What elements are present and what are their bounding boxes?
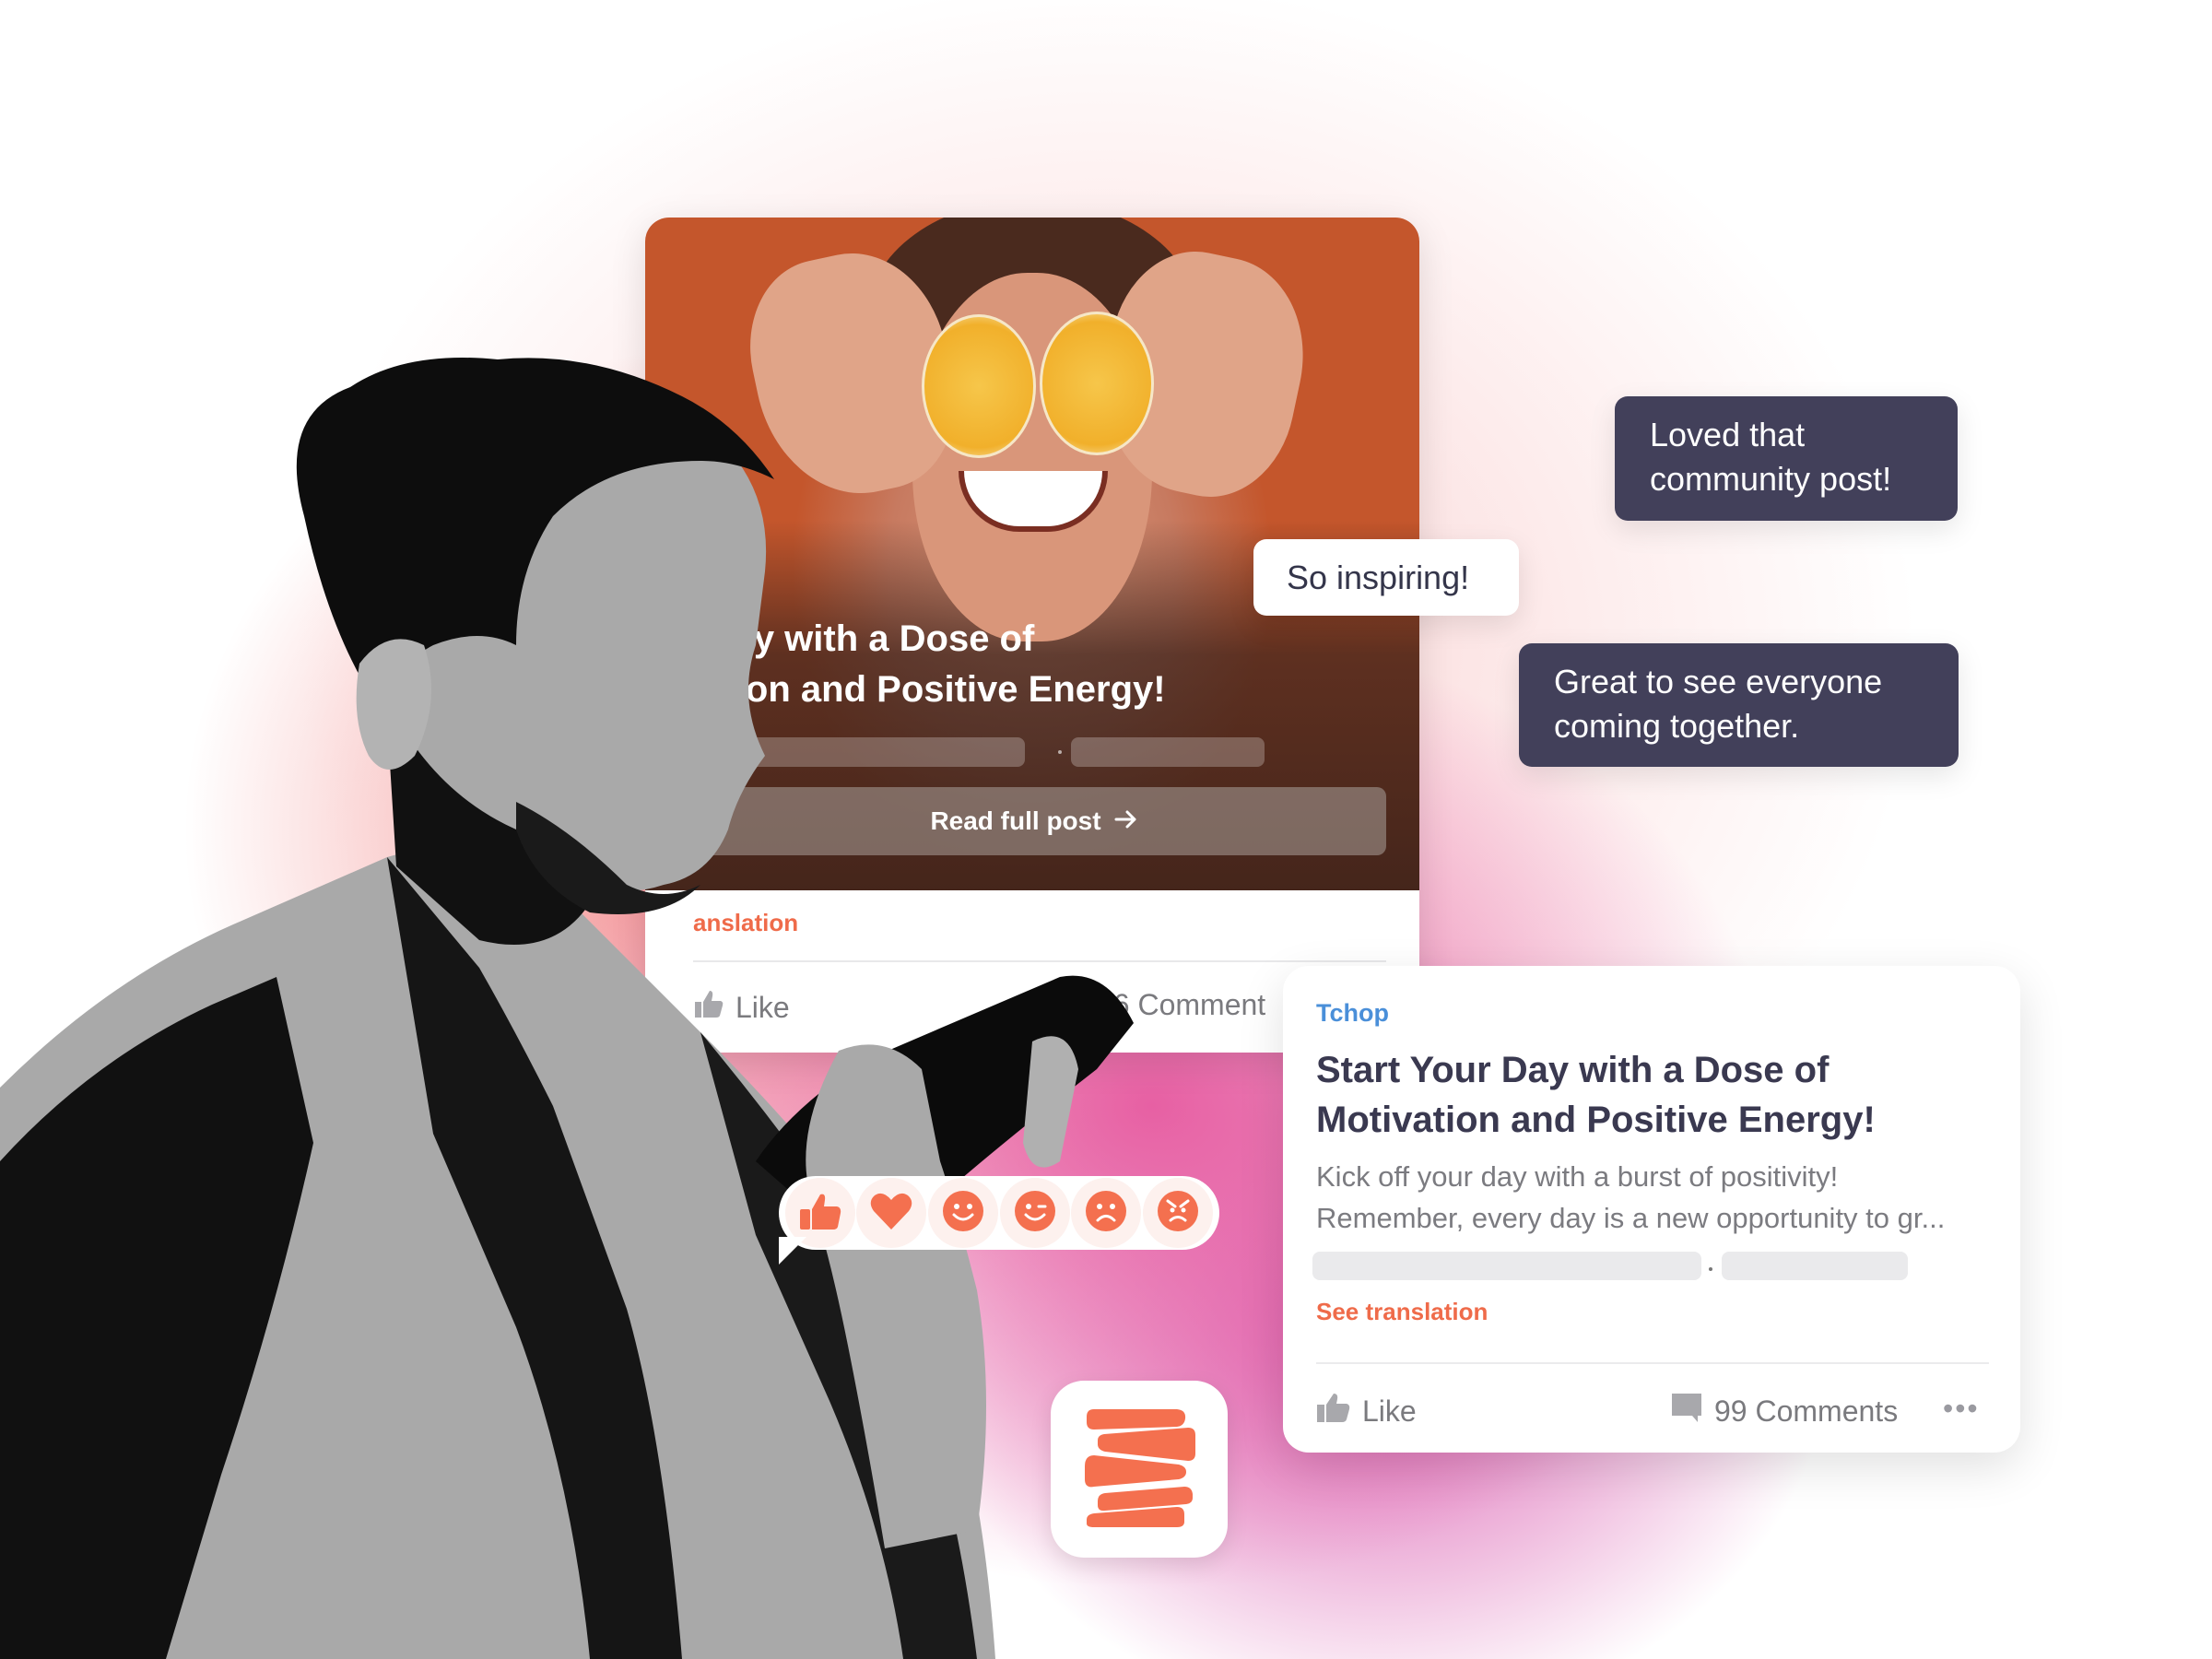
sad-icon (1085, 1190, 1127, 1237)
post-excerpt-line-1: Kick off your day with a burst of positi… (1316, 1160, 1839, 1193)
arrow-right-icon (1114, 806, 1138, 836)
comment-bubble-so-inspiring: So inspiring! (1253, 539, 1519, 616)
post-excerpt-line-2: Remember, every day is a new opportunity… (1316, 1202, 1946, 1234)
like-button[interactable]: Like (1316, 1392, 1417, 1430)
comment-icon (1670, 1392, 1703, 1430)
divider (693, 960, 1386, 962)
reaction-love[interactable] (856, 1178, 927, 1248)
comment-bubble-great-to-see: Great to see everyone coming together. (1519, 643, 1959, 767)
post-card[interactable]: Tchop Start Your Day with a Dose of Moti… (1283, 966, 2020, 1453)
meta-skeleton-author (682, 737, 1025, 767)
more-options-icon[interactable]: ••• (1943, 1392, 1980, 1426)
reaction-sad[interactable] (1071, 1178, 1142, 1248)
see-translation-link[interactable]: anslation (693, 909, 798, 937)
thumbs-up-icon (693, 988, 724, 1027)
read-full-post-button[interactable]: Read full post (682, 787, 1386, 855)
divider (1316, 1362, 1989, 1364)
comments-label: 99 Comments (1714, 1394, 1899, 1428)
comments-label: 06 Comment (1097, 988, 1266, 1021)
bubble-text-line-1: Loved that (1650, 416, 1806, 453)
bubble-text-line-2: community post! (1650, 460, 1892, 498)
like-button[interactable]: Like (693, 988, 790, 1027)
meta-skeleton-date (1071, 737, 1265, 767)
post-title[interactable]: Start Your Day with a Dose of Motivation… (1316, 1045, 1980, 1145)
smile-icon (942, 1190, 984, 1237)
meta-separator (1709, 1267, 1712, 1271)
bubble-text-line-2: coming together. (1554, 707, 1800, 745)
featured-post-title: r Day with a Dose of vation and Positive… (682, 614, 1382, 715)
orange-slice-left (922, 314, 1036, 458)
post-title-line-2: Motivation and Positive Energy! (1316, 1100, 1876, 1140)
post-title-line-1: Start Your Day with a Dose of (1316, 1050, 1830, 1090)
tchop-app-icon[interactable] (1051, 1381, 1228, 1558)
thumbs-up-icon (1316, 1392, 1351, 1430)
featured-post-card[interactable]: r Day with a Dose of vation and Positive… (645, 218, 1419, 1053)
heart-icon (869, 1191, 913, 1236)
meta-skeleton-date (1722, 1252, 1908, 1280)
comments-button[interactable]: 99 Comments (1670, 1392, 1898, 1430)
reactions-picker-tail (779, 1237, 806, 1265)
like-label: Like (1362, 1394, 1417, 1428)
thumbs-up-icon (798, 1191, 842, 1236)
tchop-logo-icon (1079, 1407, 1199, 1532)
reaction-wink[interactable] (999, 1178, 1070, 1248)
angry-icon (1157, 1190, 1199, 1237)
bubble-text-line-1: Great to see everyone (1554, 663, 1883, 700)
read-full-post-label: Read full post (930, 806, 1101, 835)
bubble-text: So inspiring! (1287, 558, 1470, 596)
reaction-angry[interactable] (1143, 1178, 1214, 1248)
reaction-happy[interactable] (928, 1178, 999, 1248)
see-translation-link[interactable]: See translation (1316, 1298, 1488, 1326)
featured-title-line-2: vation and Positive Energy! (682, 669, 1166, 710)
meta-separator (1058, 750, 1062, 754)
like-label: Like (735, 990, 790, 1024)
wink-icon (1014, 1190, 1056, 1237)
featured-title-line-1: r Day with a Dose of (682, 618, 1035, 659)
post-source-name[interactable]: Tchop (1316, 999, 1389, 1028)
comment-bubble-loved-post: Loved that community post! (1615, 396, 1958, 521)
orange-slice-right (1040, 312, 1154, 455)
comments-button[interactable]: 06 Comment (1097, 988, 1265, 1022)
post-excerpt: Kick off your day with a burst of positi… (1316, 1156, 1989, 1239)
meta-skeleton-author (1312, 1252, 1701, 1280)
reactions-picker (779, 1176, 1219, 1265)
